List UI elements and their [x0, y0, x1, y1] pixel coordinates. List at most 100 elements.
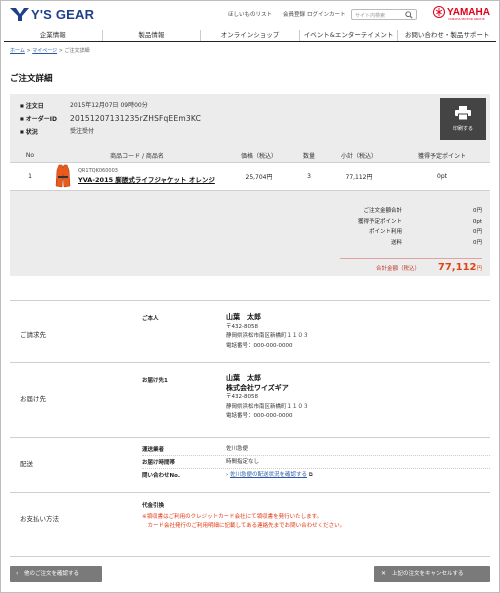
payment-note-1: ※領収書はご利用のクレジットカード会社にて領収書を発行いたします。: [142, 514, 323, 520]
cart-link[interactable]: カート: [329, 10, 346, 18]
total-points-label: 獲得予定ポイント: [357, 218, 402, 225]
grand-total: 合計金額（税込） 77,112円: [340, 258, 482, 273]
nav-item-events[interactable]: イベント&エンターテイメント: [300, 30, 399, 41]
divider: [142, 468, 490, 469]
nav-item-online-shop[interactable]: オンラインショップ: [201, 30, 300, 41]
order-summary-panel: 注文日 2015年12月07日 09時00分 オーダーID 2015120713…: [10, 94, 490, 276]
item-no: 1: [10, 162, 50, 191]
global-nav: 企業情報 製品情報 オンラインショップ イベント&エンターテイメント お問い合わ…: [4, 30, 496, 42]
shipping-sub-label: お届け先1: [142, 378, 168, 384]
order-status-value: 受注受付: [70, 128, 95, 135]
points-used-label: ポイント利用: [368, 229, 402, 235]
item-price: 25,704円: [224, 162, 294, 191]
delivery-time-label: お届け時間帯: [142, 460, 176, 466]
total-points-value: 0pt: [472, 218, 482, 225]
shipping-name: 山葉 太郎: [226, 374, 261, 382]
grand-total-value: 77,112: [437, 262, 477, 273]
life-jacket-thumbnail-icon[interactable]: [54, 164, 72, 188]
col-header-qty: 数量: [294, 149, 324, 163]
external-link-icon: ⧉: [308, 472, 313, 478]
billing-title: ご請求先: [20, 331, 46, 339]
back-to-orders-button[interactable]: ‹ 他のご注文を確認する: [10, 566, 102, 582]
nav-item-support[interactable]: お問い合わせ・製品サポート: [398, 30, 496, 41]
page-title: ご注文詳細: [10, 74, 53, 84]
ysgear-logo-mark-icon: [10, 8, 29, 21]
col-header-subtotal: 小計（税込）: [324, 149, 394, 163]
col-header-price: 価格（税込）: [224, 149, 294, 163]
delivery-title: 配送: [20, 460, 33, 468]
payment-title: お支払い方法: [20, 515, 59, 523]
ysgear-logo[interactable]: Y'S GEAR: [10, 7, 94, 22]
order-items-table: No 商品コード / 商品名 価格（税込） 数量 小計（税込） 獲得予定ポイント…: [10, 149, 490, 191]
shipping-fee-value: 0円: [473, 239, 482, 246]
billing-address-block: 山葉 太郎 〒432-8058 静岡県浜松市南区新橋町１１０３ 電話番号：000…: [226, 313, 309, 351]
search-icon[interactable]: [405, 11, 413, 19]
breadcrumb-current: ご注文詳細: [64, 48, 90, 54]
points-used-value: 0円: [473, 229, 482, 235]
shipping-address-block: 山葉 太郎 株式会社ワイズギア 〒432-8058 静岡県浜松市南区新橋町１１０…: [226, 374, 309, 422]
yamaha-tuning-fork-icon: [433, 6, 445, 18]
shipping-fee-label: 送料: [390, 239, 402, 246]
item-subtotal: 77,112円: [324, 162, 394, 191]
billing-sub-label: ご本人: [142, 316, 159, 322]
divider: [142, 455, 490, 456]
shipping-section: お届け先 お届け先1 山葉 太郎 株式会社ワイズギア 〒432-8058 静岡県…: [10, 362, 490, 434]
wishlist-link[interactable]: ほしいものリスト: [228, 10, 272, 18]
breadcrumb-home[interactable]: ホーム: [10, 48, 25, 54]
col-header-product: 商品コード / 商品名: [50, 149, 224, 163]
item-name-link[interactable]: YVA-2015 膨脹式ライフジャケット オレンジ: [78, 174, 215, 184]
order-id-label: オーダーID: [20, 113, 70, 126]
grand-total-amount: 77,112円: [438, 262, 482, 273]
print-button[interactable]: 印刷する: [440, 98, 486, 140]
inquiry-row: › 佐川急便の配送状況を確認する ⧉: [226, 471, 313, 481]
item-points: 0pt: [394, 162, 490, 191]
billing-phone: 電話番号：000-000-0000: [226, 342, 293, 349]
col-header-no: No: [10, 149, 50, 163]
col-header-points: 獲得予定ポイント: [394, 149, 490, 163]
totals-list: ご注文金額合計 0円 獲得予定ポイント 0pt ポイント利用 0円 送料 0円: [290, 206, 482, 248]
order-id-value: 20151207131235rZHSFqEEm3KC: [70, 114, 202, 123]
register-link[interactable]: 会員登録: [283, 10, 305, 18]
order-date-label: 注文日: [20, 100, 70, 113]
billing-section: ご請求先 ご本人 山葉 太郎 〒432-8058 静岡県浜松市南区新橋町１１０３…: [10, 300, 490, 360]
billing-name: 山葉 太郎: [226, 313, 261, 321]
breadcrumb: ホーム > マイページ > ご注文詳細: [10, 47, 90, 54]
shipping-zip: 〒432-8058: [226, 394, 258, 400]
grand-total-unit: 円: [476, 266, 482, 272]
order-meta: 注文日 2015年12月07日 09時00分 オーダーID 2015120713…: [20, 100, 201, 139]
carrier-value: 佐川急便: [226, 446, 249, 452]
yamaha-logo-text: YAMAHA: [447, 6, 490, 18]
header: Y'S GEAR ほしいものリスト 会員登録 ログイン カート サイト内検索 Y…: [0, 0, 500, 28]
shipping-phone: 電話番号：000-000-0000: [226, 413, 293, 419]
payment-section: お支払い方法 代金引換 ※領収書はご利用のクレジットカード会社にて領収書を発行い…: [10, 492, 490, 542]
cancel-order-label: 上記の注文をキャンセルする: [392, 571, 464, 577]
shipping-address: 静岡県浜松市南区新橋町１１０３: [226, 403, 309, 410]
payment-note-2: カード会社発行のご利用明細に記載してある連絡先までお問い合わせください。: [142, 523, 346, 529]
shipping-title: お届け先: [20, 395, 46, 403]
print-button-label: 印刷する: [452, 126, 473, 132]
item-qty: 3: [294, 162, 324, 191]
carrier-label: 運送業者: [142, 447, 165, 453]
cancel-order-button[interactable]: ✕ 上記の注文をキャンセルする: [374, 566, 490, 582]
billing-address: 静岡県浜松市南区新橋町１１０３: [226, 333, 309, 339]
delivery-time-value: 時間指定なし: [226, 459, 260, 465]
payment-notes: ※領収書はご利用のクレジットカード会社にて領収書を発行いたします。 カード会社発…: [142, 513, 345, 531]
arrow-right-icon: ›: [226, 472, 229, 478]
yamaha-subtitle: YAMAHA MOTOR GROUP: [448, 17, 485, 21]
nav-item-corporate[interactable]: 企業情報: [4, 30, 103, 41]
close-icon: ✕: [381, 570, 387, 577]
payment-method: 代金引換: [142, 503, 165, 509]
table-row: 1 QR1TQK060003 YVA-2015 膨脹式ライフジャケット オレンジ…: [10, 162, 490, 191]
item-product-cell: QR1TQK060003 YVA-2015 膨脹式ライフジャケット オレンジ: [50, 162, 224, 191]
back-to-orders-label: 他のご注文を確認する: [24, 571, 80, 577]
grand-total-label: 合計金額（税込）: [376, 266, 421, 272]
nav-item-products[interactable]: 製品情報: [103, 30, 202, 41]
breadcrumb-mypage[interactable]: マイページ: [32, 48, 57, 54]
total-order-value: 0円: [473, 208, 482, 214]
shipping-company: 株式会社ワイズギア: [226, 383, 289, 392]
order-status-label: 状況: [20, 126, 70, 139]
delivery-section: 配送 運送業者 佐川急便 お届け時間帯 時間指定なし 問い合わせNo. › 佐川…: [10, 437, 490, 489]
login-link[interactable]: ログイン: [307, 10, 329, 18]
tracking-link[interactable]: 佐川急便の配送状況を確認する: [230, 472, 307, 478]
divider: [10, 556, 490, 557]
